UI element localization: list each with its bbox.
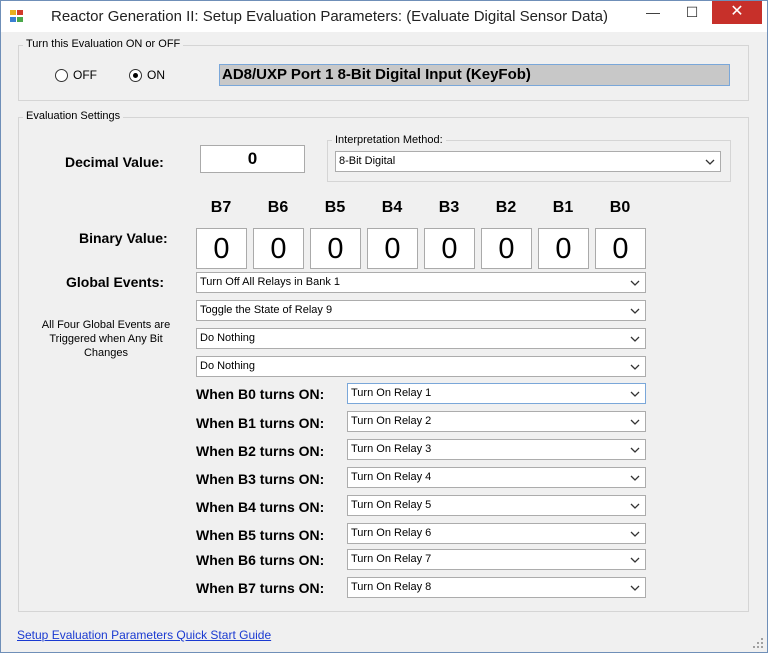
bit-header-b0: B0 [609, 199, 631, 216]
bit-header-b5: B5 [324, 199, 346, 216]
interpretation-method-value: 8-Bit Digital [339, 155, 396, 167]
bit-value-b3[interactable]: 0 [424, 228, 475, 269]
chevron-down-icon[interactable] [630, 496, 640, 515]
interpretation-method-select[interactable]: 8-Bit Digital [335, 151, 721, 172]
on-radio-label: ON [147, 68, 165, 82]
chevron-down-icon[interactable] [630, 578, 640, 597]
global-event-select-4[interactable]: Do Nothing [196, 356, 646, 377]
global-event-select-2[interactable]: Toggle the State of Relay 9 [196, 300, 646, 321]
when-b3-select[interactable]: Turn On Relay 4 [347, 467, 646, 488]
when-b6-label: When B6 turns ON: [196, 552, 325, 568]
bit-value-b7[interactable]: 0 [196, 228, 247, 269]
on-radio-circle[interactable] [129, 68, 142, 82]
when-b5-value: Turn On Relay 6 [351, 527, 432, 539]
sensor-name-field[interactable]: AD8/UXP Port 1 8-Bit Digital Input (KeyF… [219, 64, 730, 86]
when-b7-label: When B7 turns ON: [196, 580, 325, 596]
when-b7-value: Turn On Relay 8 [351, 581, 432, 593]
when-b5-label: When B5 turns ON: [196, 527, 325, 543]
chevron-down-icon[interactable] [630, 412, 640, 431]
when-b3-value: Turn On Relay 4 [351, 471, 432, 483]
title-bar[interactable]: Reactor Generation II: Setup Evaluation … [1, 1, 767, 32]
binary-value-label: Binary Value: [79, 230, 168, 246]
when-b6-select[interactable]: Turn On Relay 7 [347, 549, 646, 570]
on-radio[interactable]: ON [129, 68, 165, 82]
off-radio-circle[interactable] [55, 68, 68, 82]
app-icon [10, 10, 24, 23]
chevron-down-icon[interactable] [630, 357, 640, 376]
chevron-down-icon[interactable] [630, 273, 640, 292]
on-off-group-title: Turn this Evaluation ON or OFF [23, 38, 184, 50]
chevron-down-icon[interactable] [630, 524, 640, 543]
close-button[interactable]: ✕ [712, 1, 762, 24]
when-b7-select[interactable]: Turn On Relay 8 [347, 577, 646, 598]
when-b1-value: Turn On Relay 2 [351, 415, 432, 427]
minimize-button[interactable]: — [636, 1, 670, 24]
bit-header-b3: B3 [438, 199, 460, 216]
quick-start-guide-link[interactable]: Setup Evaluation Parameters Quick Start … [17, 628, 271, 642]
when-b2-label: When B2 turns ON: [196, 443, 325, 459]
when-b0-label: When B0 turns ON: [196, 386, 325, 402]
global-event-value-4: Do Nothing [200, 360, 256, 372]
maximize-button[interactable]: ☐ [675, 1, 709, 24]
global-events-label: Global Events: [66, 274, 165, 290]
setup-evaluation-window: Reactor Generation II: Setup Evaluation … [0, 0, 768, 653]
when-b0-select[interactable]: Turn On Relay 1 [347, 383, 646, 404]
chevron-down-icon[interactable] [630, 550, 640, 569]
off-radio-label: OFF [73, 68, 97, 82]
bit-header-b2: B2 [495, 199, 517, 216]
chevron-down-icon[interactable] [630, 468, 640, 487]
chevron-down-icon[interactable] [705, 152, 715, 171]
bit-value-b1[interactable]: 0 [538, 228, 589, 269]
decimal-value-field[interactable]: 0 [200, 145, 305, 173]
when-b6-value: Turn On Relay 7 [351, 553, 432, 565]
when-b2-value: Turn On Relay 3 [351, 443, 432, 455]
chevron-down-icon[interactable] [630, 301, 640, 320]
bit-value-b0[interactable]: 0 [595, 228, 646, 269]
when-b2-select[interactable]: Turn On Relay 3 [347, 439, 646, 460]
bit-value-b6[interactable]: 0 [253, 228, 304, 269]
when-b4-label: When B4 turns ON: [196, 499, 325, 515]
decimal-value-label: Decimal Value: [65, 154, 164, 170]
when-b3-label: When B3 turns ON: [196, 471, 325, 487]
bit-header-b7: B7 [210, 199, 232, 216]
chevron-down-icon[interactable] [630, 329, 640, 348]
chevron-down-icon[interactable] [630, 384, 640, 403]
window-title: Reactor Generation II: Setup Evaluation … [51, 8, 608, 25]
global-event-select-1[interactable]: Turn Off All Relays in Bank 1 [196, 272, 646, 293]
when-b5-select[interactable]: Turn On Relay 6 [347, 523, 646, 544]
evaluation-settings-title: Evaluation Settings [23, 110, 124, 122]
bit-value-b4[interactable]: 0 [367, 228, 418, 269]
when-b1-label: When B1 turns ON: [196, 415, 325, 431]
when-b1-select[interactable]: Turn On Relay 2 [347, 411, 646, 432]
bit-header-b1: B1 [552, 199, 574, 216]
global-event-value-2: Toggle the State of Relay 9 [200, 304, 333, 316]
global-event-value-3: Do Nothing [200, 332, 256, 344]
when-b4-select[interactable]: Turn On Relay 5 [347, 495, 646, 516]
off-radio[interactable]: OFF [55, 68, 97, 82]
when-b0-value: Turn On Relay 1 [351, 387, 432, 399]
global-events-note: All Four Global Events are Triggered whe… [41, 319, 171, 359]
resize-grip-icon[interactable] [752, 637, 764, 649]
bit-header-b4: B4 [381, 199, 403, 216]
global-event-value-1: Turn Off All Relays in Bank 1 [200, 276, 341, 288]
bit-header-b6: B6 [267, 199, 289, 216]
interpretation-method-title: Interpretation Method: [332, 134, 446, 146]
global-event-select-3[interactable]: Do Nothing [196, 328, 646, 349]
bit-value-b2[interactable]: 0 [481, 228, 532, 269]
when-b4-value: Turn On Relay 5 [351, 499, 432, 511]
bit-value-b5[interactable]: 0 [310, 228, 361, 269]
chevron-down-icon[interactable] [630, 440, 640, 459]
